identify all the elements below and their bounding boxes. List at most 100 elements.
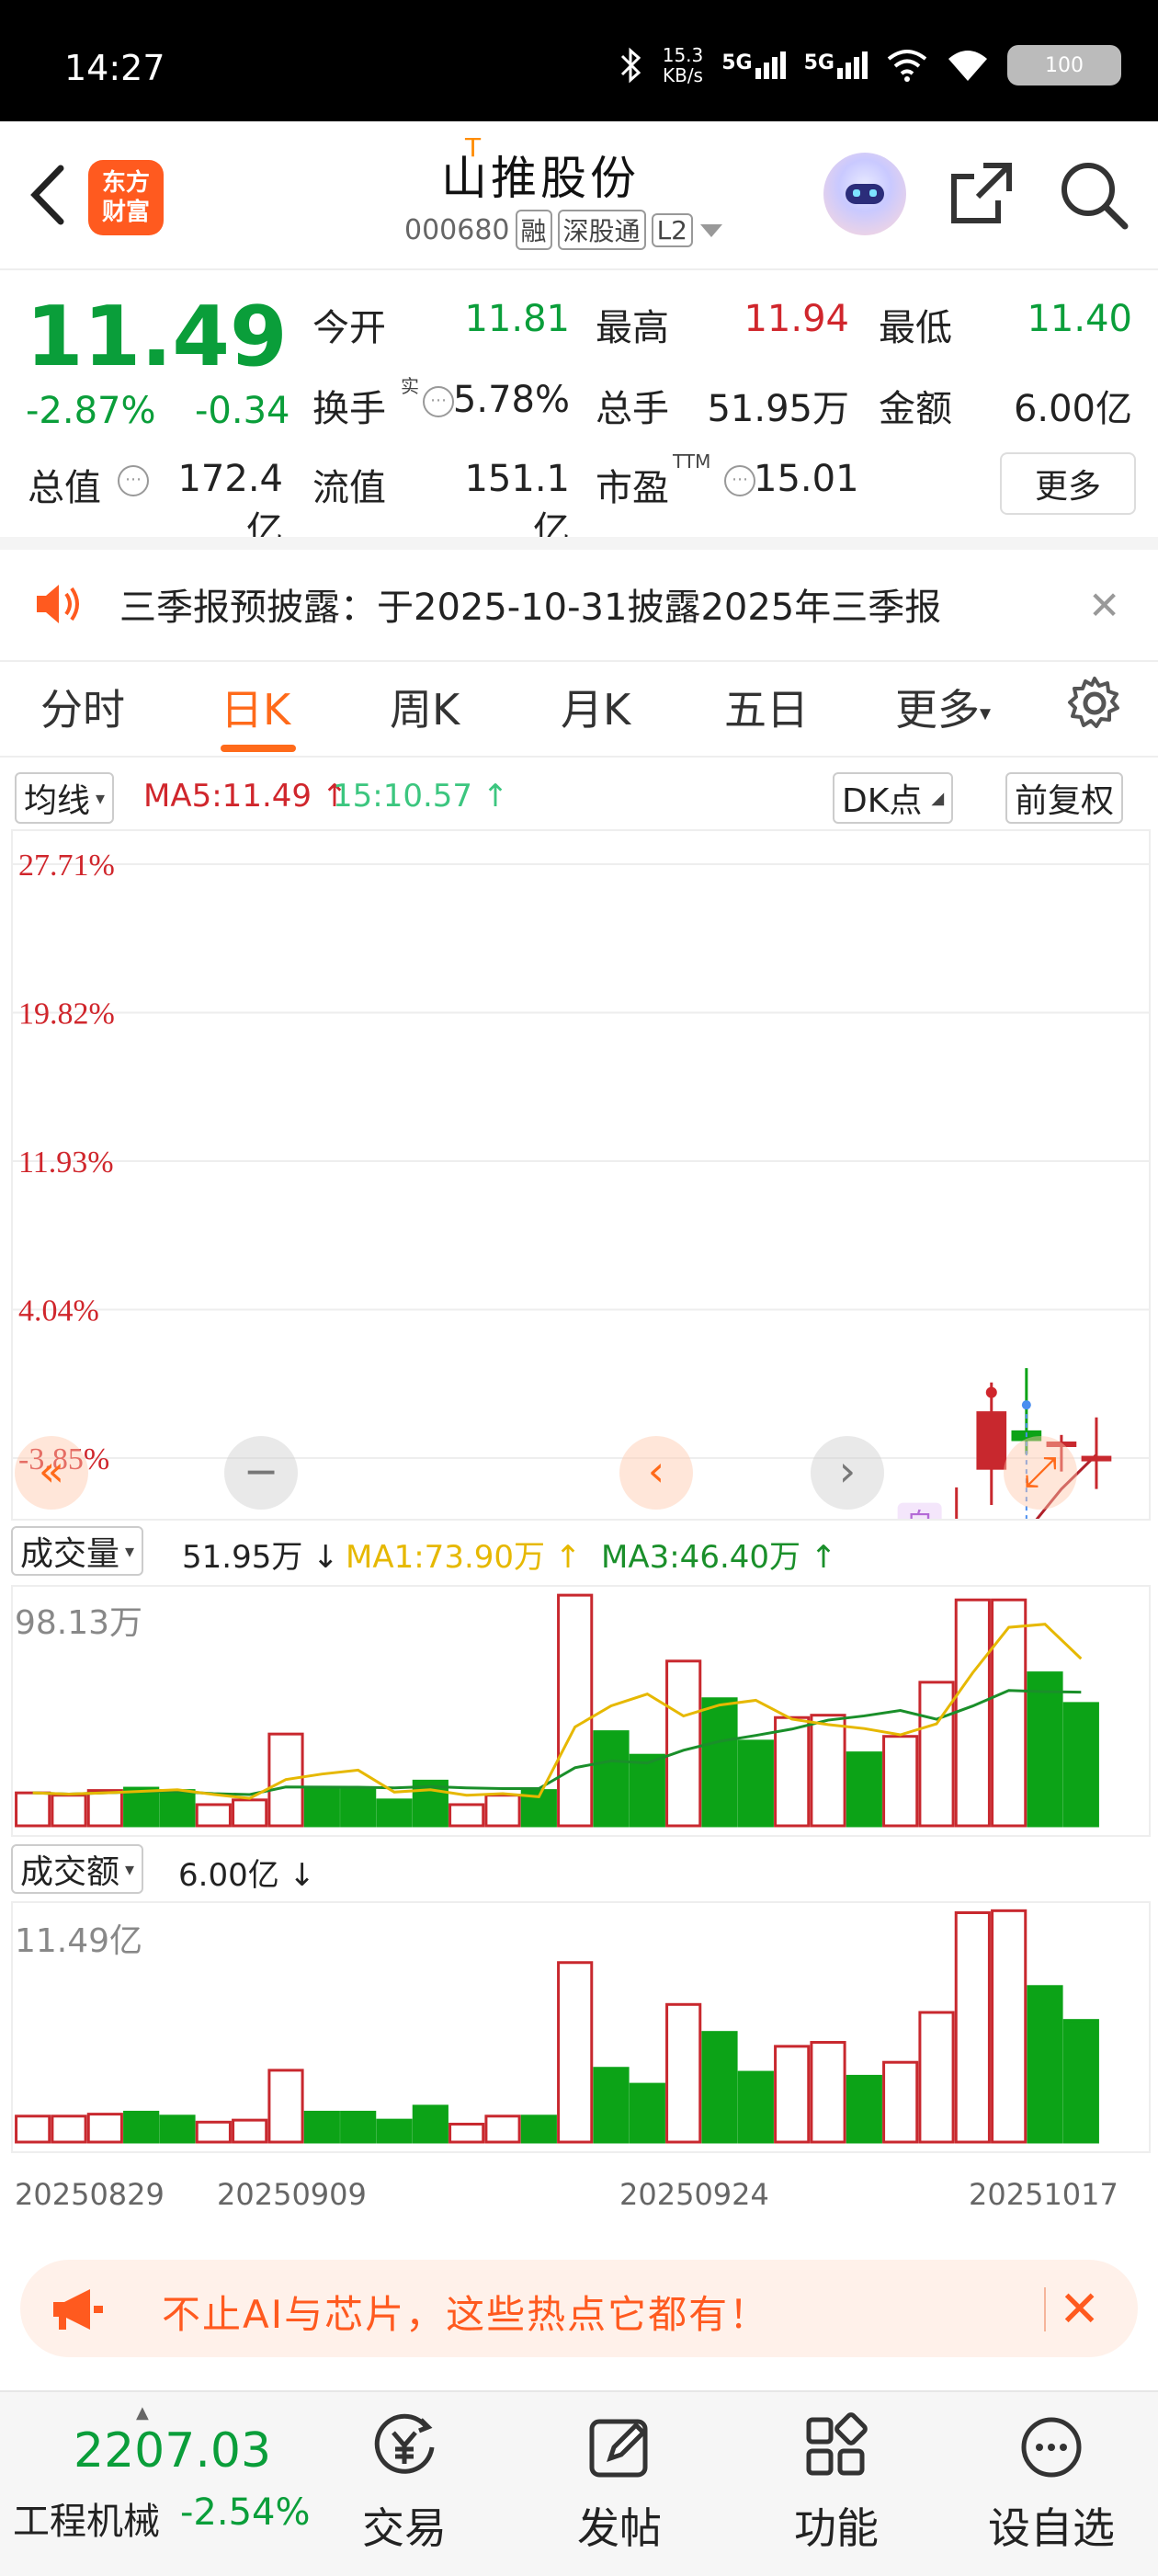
back-arrow-icon[interactable] <box>26 163 72 227</box>
volume-ma3-readout: MA3:46.40万 ↑ <box>601 1539 837 1576</box>
label-total-value: 总值 <box>28 467 101 509</box>
stock-code-row[interactable]: 000680 融 深股通 L2 <box>404 210 724 250</box>
bar <box>340 2110 377 2144</box>
banner-text: 不止AI与芯片，这些热点它都有！ <box>162 2292 770 2337</box>
more-quote-button[interactable]: 更多 <box>1000 452 1136 515</box>
fullscreen-icon[interactable]: ⤢ <box>1004 1436 1077 1510</box>
status-icons: 15.3 KB/s 5G 5G 100 <box>617 42 1121 88</box>
y-tick-label: 27.71% <box>18 849 115 883</box>
bar <box>557 1961 594 2144</box>
settings-gear-icon[interactable] <box>1066 675 1123 732</box>
amount-max-label: 11.49亿 <box>15 1922 143 1960</box>
label-open: 今开 <box>312 307 386 349</box>
ai-assistant-avatar[interactable] <box>823 153 906 235</box>
tab-monthly-k[interactable]: 月K <box>561 677 630 737</box>
ma5-readout: MA5:11.49 ↑ <box>143 778 348 815</box>
edit-post-icon <box>589 2419 648 2478</box>
value-volume: 51.95万 <box>707 388 849 430</box>
expand-caret-icon[interactable]: ▲ <box>136 2403 149 2422</box>
functions-grid-icon <box>806 2412 868 2476</box>
amount-chart[interactable] <box>11 1901 1151 2153</box>
nav-trade-label: 交易 <box>362 2503 447 2553</box>
volume-selector[interactable]: 成交量 ▾ <box>11 1526 144 1576</box>
sell-dot <box>1021 1400 1031 1410</box>
tab-daily-k[interactable]: 日K <box>221 677 290 737</box>
y-tick-label: 11.93% <box>18 1146 114 1180</box>
self-marker-label: 自 <box>906 1509 934 1521</box>
dropdown-triangle-icon <box>699 224 722 237</box>
bar <box>918 1681 955 1828</box>
next-candle-icon[interactable]: › <box>811 1436 884 1510</box>
close-icon[interactable]: ✕ <box>1059 2280 1100 2338</box>
nav-post[interactable]: 发帖 <box>546 2411 693 2556</box>
bar <box>629 2082 665 2144</box>
scroll-left-icon[interactable]: « <box>15 1436 88 1510</box>
change-amount: -0.34 <box>195 390 290 432</box>
sector-index-value[interactable]: 2207.03 <box>74 2423 271 2479</box>
tab-weekly-k[interactable]: 周K <box>390 677 460 737</box>
nav-trade[interactable]: 交易 <box>331 2411 478 2556</box>
bar <box>15 2114 51 2144</box>
app-logo: 东方 财富 <box>88 160 164 235</box>
sector-index-name[interactable]: 工程机械 <box>13 2491 160 2545</box>
adjust-price-selector[interactable]: 前复权 <box>1005 772 1124 824</box>
zoom-out-icon[interactable]: − <box>224 1436 298 1510</box>
y-tick-label: 4.04% <box>18 1294 99 1328</box>
bar <box>195 1803 232 1828</box>
nav-functions-label: 功能 <box>794 2503 879 2553</box>
bar <box>448 1803 485 1828</box>
bar <box>954 1911 991 2144</box>
search-icon[interactable] <box>1057 158 1130 232</box>
value-high: 11.94 <box>744 298 849 340</box>
bar <box>991 1909 1027 2144</box>
signal-5g-2-icon: 5G <box>804 51 868 79</box>
tab-five-day[interactable]: 五日 <box>724 677 809 737</box>
volume-ma1-readout: MA1:73.90万 ↑ <box>346 1539 582 1576</box>
share-icon[interactable] <box>947 158 1016 228</box>
bar <box>701 1697 738 1828</box>
active-tab-indicator <box>221 745 296 752</box>
status-bar: 14:27 15.3 KB/s 5G 5G 100 <box>0 0 1158 121</box>
pe-info-icon[interactable]: ⋯ <box>724 465 755 496</box>
bar <box>810 1714 846 1828</box>
stock-header: 东方 财富 T 山推股份 000680 融 深股通 L2 <box>0 121 1158 270</box>
total-value-info-icon[interactable]: ⋯ <box>118 465 149 496</box>
notice-text: 三季报预披露：于2025-10-31披露2025年三季报 <box>119 587 942 629</box>
trade-yuan-icon <box>374 2413 435 2474</box>
bar <box>737 2070 774 2144</box>
bar <box>774 1715 811 1828</box>
megaphone-icon <box>53 2289 103 2330</box>
kline-chart[interactable]: 27.71%19.82%11.93%4.04%-3.85%BS自«−‹›⤢ <box>11 829 1151 1521</box>
close-icon[interactable]: ✕ <box>1088 583 1120 628</box>
volume-chart[interactable] <box>11 1585 1151 1837</box>
bar <box>629 1753 665 1828</box>
bar <box>51 2114 87 2144</box>
ma15-readout: 15:10.57 ↑ <box>333 778 509 815</box>
nav-add-watchlist[interactable]: 设自选 <box>978 2411 1125 2556</box>
bar <box>123 2110 160 2144</box>
promo-banner[interactable]: 不止AI与芯片，这些热点它都有！ ✕ <box>20 2260 1138 2357</box>
tag-margin: 融 <box>515 210 552 250</box>
ma-selector[interactable]: 均线 ▾ <box>15 772 115 824</box>
notice-bar[interactable]: 三季报预披露：于2025-10-31披露2025年三季报 ✕ <box>0 537 1158 662</box>
wifi-icon <box>948 51 987 81</box>
amount-selector[interactable]: 成交额 ▾ <box>11 1844 144 1894</box>
y-tick-label: 19.82% <box>18 997 115 1032</box>
nav-post-label: 发帖 <box>577 2503 662 2553</box>
period-tabs: 分时 日K 周K 月K 五日 更多▾ <box>0 649 1158 758</box>
tab-intraday[interactable]: 分时 <box>40 677 125 737</box>
candle <box>1081 1417 1112 1489</box>
value-amount: 6.00亿 <box>1013 388 1132 430</box>
bar <box>991 1598 1027 1828</box>
nav-functions[interactable]: 功能 <box>763 2411 910 2556</box>
bar <box>774 2045 811 2144</box>
dk-point-selector[interactable]: DK点 ◢ <box>833 772 954 824</box>
bar <box>159 1789 196 1828</box>
prev-candle-icon[interactable]: ‹ <box>619 1436 693 1510</box>
stock-name: 山推股份 <box>441 152 640 205</box>
bar <box>846 1751 882 1828</box>
status-time: 14:27 <box>64 48 165 88</box>
bar <box>918 2011 955 2144</box>
tab-more[interactable]: 更多▾ <box>895 677 991 737</box>
bar <box>195 2120 232 2144</box>
